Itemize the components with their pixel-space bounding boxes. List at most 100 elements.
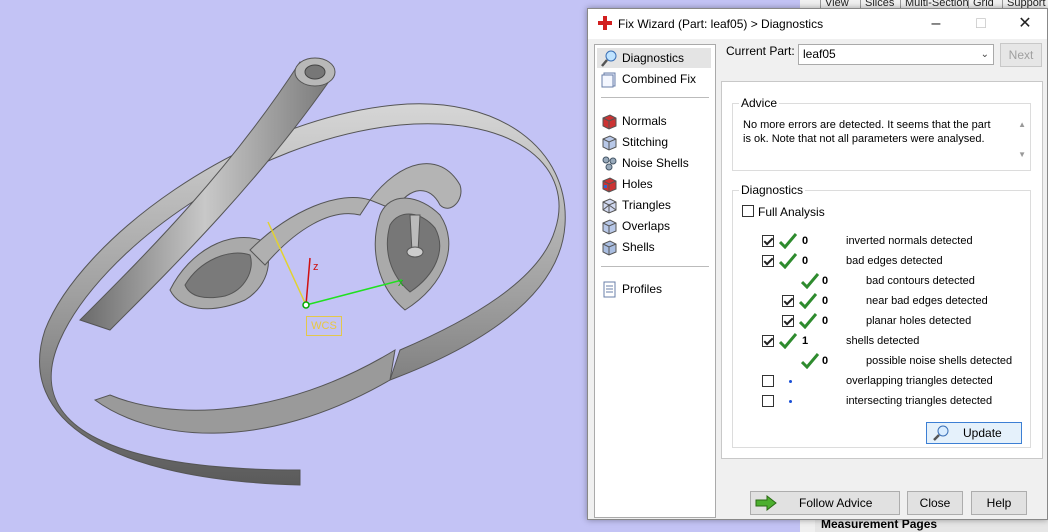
nav-holes[interactable]: Holes <box>597 174 711 194</box>
holes-icon <box>602 176 617 193</box>
red-cross-icon <box>598 16 612 30</box>
nav-combined-fix[interactable]: Combined Fix <box>597 69 711 89</box>
nav-label: Combined Fix <box>622 72 697 86</box>
nav-label: Stitching <box>622 135 669 149</box>
diagnostics-icon <box>601 50 617 67</box>
close-window-button[interactable]: ✕ <box>1005 12 1045 36</box>
advice-text: No more errors are detected. It seems th… <box>743 119 991 145</box>
pending-dot-icon <box>789 400 792 403</box>
check-icon <box>799 313 817 329</box>
wcs-label: WCS <box>306 316 342 336</box>
nav-shells[interactable]: Shells <box>597 237 711 257</box>
intersecting-triangles-checkbox[interactable] <box>762 395 774 407</box>
nav-divider <box>601 266 709 267</box>
overlaps-icon <box>602 218 617 235</box>
overlapping-triangles-checkbox[interactable] <box>762 375 774 387</box>
check-icon <box>801 273 819 289</box>
check-icon <box>801 353 819 369</box>
nav-stitching[interactable]: Stitching <box>597 132 711 152</box>
next-button[interactable]: Next <box>1000 43 1042 67</box>
nav-triangles[interactable]: Triangles <box>597 195 711 215</box>
bad-contours-label: bad contours detected <box>866 275 975 287</box>
nav-label: Holes <box>622 177 653 191</box>
full-analysis-checkbox[interactable] <box>742 205 754 217</box>
near-bad-edges-checkbox[interactable] <box>782 295 794 307</box>
update-label: Update <box>963 426 1002 440</box>
3d-viewport[interactable]: z x WCS <box>0 0 588 532</box>
nav-label: Profiles <box>622 282 663 296</box>
dialog-title: Fix Wizard (Part: leaf05) > Diagnostics <box>618 17 824 31</box>
close-button[interactable]: Close <box>907 491 963 515</box>
ring-model: z x <box>39 57 566 486</box>
check-icon <box>799 293 817 309</box>
nav-overlaps[interactable]: Overlaps <box>597 216 711 236</box>
current-part-select[interactable]: leaf05 ⌄ <box>798 44 994 65</box>
bad-edges-checkbox[interactable] <box>762 255 774 267</box>
shells-label: shells detected <box>846 335 920 347</box>
advice-group: Advice No more errors are detected. It s… <box>732 96 1031 171</box>
origin-marker <box>302 301 310 309</box>
shells-checkbox[interactable] <box>762 335 774 347</box>
nav-label: Overlaps <box>622 219 671 233</box>
arrow-right-icon <box>755 495 777 511</box>
planar-holes-label: planar holes detected <box>866 315 972 327</box>
diagnostics-group: Diagnostics Full Analysis 0 inverted nor… <box>732 183 1031 448</box>
combined-fix-icon <box>601 72 616 87</box>
bad-edges-label: bad edges detected <box>846 255 943 267</box>
nav-diagnostics[interactable]: Diagnostics <box>597 48 711 68</box>
inverted-normals-label: inverted normals detected <box>846 235 973 247</box>
shells-icon <box>602 239 617 256</box>
near-bad-edges-count: 0 <box>822 295 829 307</box>
planar-holes-count: 0 <box>822 315 829 327</box>
current-part-value: leaf05 <box>803 47 836 61</box>
fix-wizard-dialog: Fix Wizard (Part: leaf05) > Diagnostics … <box>587 8 1048 520</box>
triangles-icon <box>602 197 617 214</box>
follow-advice-label: Follow Advice <box>799 496 873 510</box>
overlapping-triangles-label: overlapping triangles detected <box>846 375 993 387</box>
noise-shells-count: 0 <box>822 355 829 367</box>
dialog-titlebar[interactable]: Fix Wizard (Part: leaf05) > Diagnostics … <box>588 9 1047 39</box>
chevron-down-icon: ⌄ <box>980 49 989 60</box>
inverted-normals-count: 0 <box>802 235 809 247</box>
profiles-icon <box>603 281 616 297</box>
nav-label: Noise Shells <box>622 156 689 170</box>
x-axis-line <box>305 279 403 306</box>
advice-title: Advice <box>739 96 780 110</box>
nav-label: Diagnostics <box>622 51 685 65</box>
shells-count: 1 <box>802 335 809 347</box>
scroll-up-icon[interactable]: ▲ <box>1018 120 1026 129</box>
intersecting-triangles-label: intersecting triangles detected <box>846 395 993 407</box>
nav-label: Normals <box>622 114 667 128</box>
noise-shells-icon <box>602 156 617 170</box>
check-icon <box>779 233 797 249</box>
nav-label: Shells <box>622 240 655 254</box>
near-bad-edges-label: near bad edges detected <box>866 295 988 307</box>
diagnostics-title: Diagnostics <box>739 183 806 197</box>
pending-dot-icon <box>789 380 792 383</box>
bad-edges-count: 0 <box>802 255 809 267</box>
z-axis-line <box>305 257 311 306</box>
full-analysis-label: Full Analysis <box>758 205 825 219</box>
x-axis-label: x <box>398 277 404 289</box>
nav-profiles[interactable]: Profiles <box>597 279 711 299</box>
z-axis-label: z <box>313 261 319 273</box>
scroll-down-icon[interactable]: ▼ <box>1018 150 1026 159</box>
update-button[interactable]: Update <box>926 422 1022 444</box>
normals-icon <box>602 113 617 130</box>
stitching-icon <box>602 134 617 151</box>
nav-divider <box>601 97 709 98</box>
planar-holes-checkbox[interactable] <box>782 315 794 327</box>
diagnostics-panel: Advice No more errors are detected. It s… <box>721 81 1043 459</box>
nav-label: Triangles <box>622 198 671 212</box>
nav-normals[interactable]: Normals <box>597 111 711 131</box>
fix-nav-list: Diagnostics Combined Fix Normals Stitchi… <box>594 44 716 518</box>
follow-advice-button[interactable]: Follow Advice <box>750 491 900 515</box>
maximize-button[interactable]: □ <box>961 12 1001 36</box>
bad-contours-count: 0 <box>822 275 829 287</box>
inverted-normals-checkbox[interactable] <box>762 235 774 247</box>
nav-noise-shells[interactable]: Noise Shells <box>597 153 711 173</box>
help-button[interactable]: Help <box>971 491 1027 515</box>
magnifier-icon <box>933 425 949 441</box>
minimize-button[interactable]: – <box>916 12 956 36</box>
check-icon <box>779 253 797 269</box>
